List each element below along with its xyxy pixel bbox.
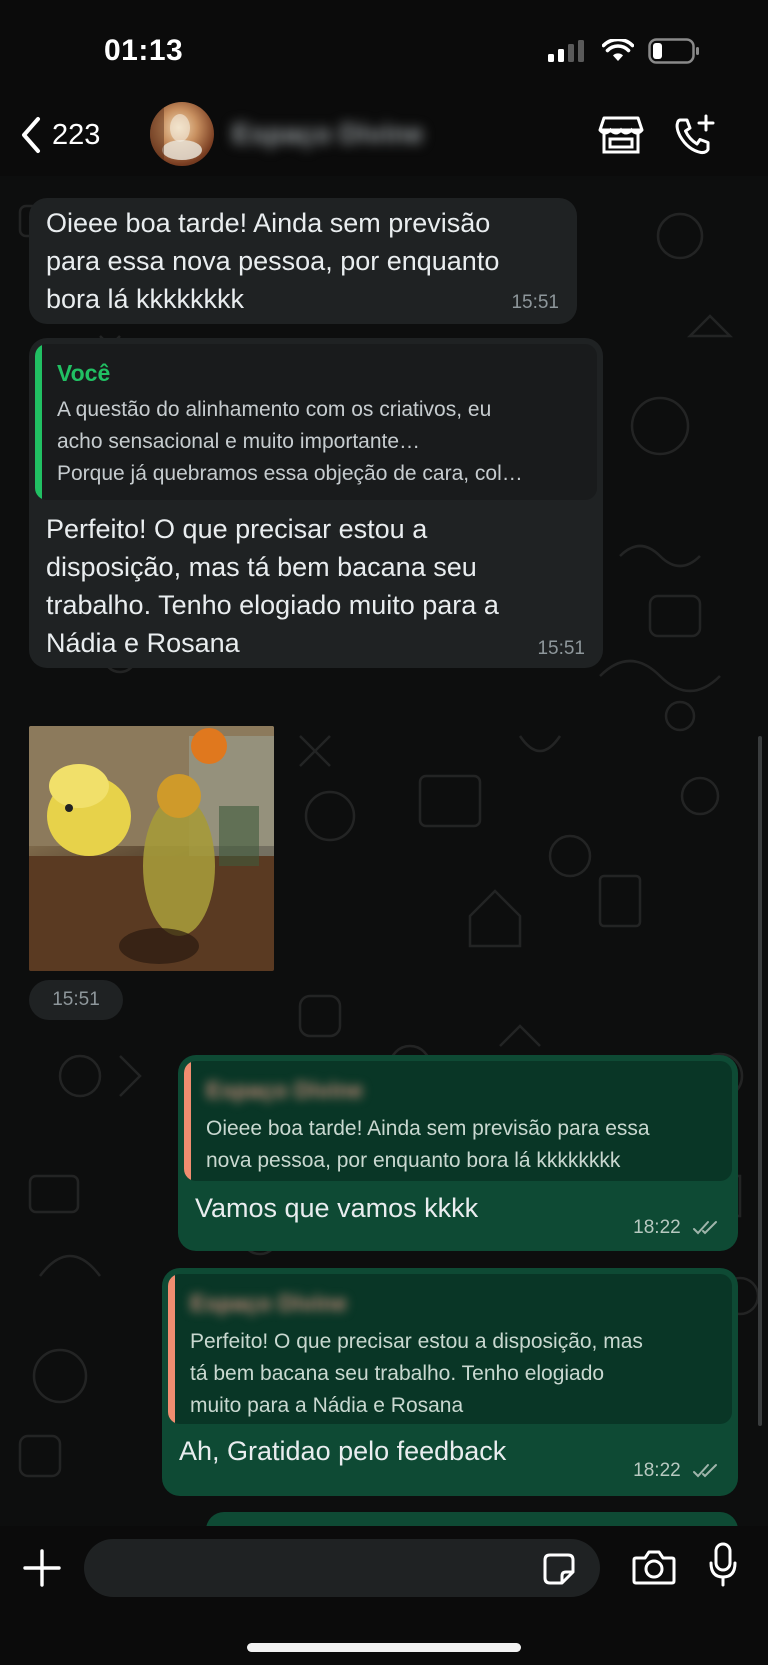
scrollbar[interactable]: [758, 736, 762, 1426]
chat-area[interactable]: Oieee boa tarde! Ainda sem previsão para…: [0, 176, 768, 1526]
status-icons: [548, 38, 700, 64]
quote-author: Espaço Divine: [206, 1077, 364, 1103]
image-message[interactable]: [29, 726, 274, 971]
quoted-message[interactable]: Você A questão do alinhamento com os cri…: [35, 344, 597, 500]
message-text-line: Perfeito! O que precisar estou a: [46, 514, 428, 544]
add-call-button[interactable]: [672, 114, 716, 163]
avatar[interactable]: [150, 102, 214, 166]
back-chevron-icon: [22, 117, 40, 153]
contact-name[interactable]: Espaço Divine: [232, 118, 423, 150]
message-text-line: Nádia e Rosana: [46, 628, 240, 658]
message-text-line: Oieee boa tarde! Ainda sem previsão: [46, 208, 491, 238]
message-text-line: trabalho. Tenho elogiado muito para a: [46, 590, 499, 620]
quote-accent-bar: [168, 1274, 175, 1424]
message-text-line: disposição, mas tá bem bacana seu: [46, 552, 477, 582]
message-time: 15:51: [537, 638, 585, 659]
sticker-button[interactable]: [542, 1552, 576, 1591]
store-button[interactable]: [598, 114, 644, 161]
message-time: 18:22: [633, 1460, 681, 1481]
message-text: Ah, Gratidao pelo feedback: [179, 1436, 507, 1466]
camera-icon: [632, 1550, 676, 1585]
quote-author: Espaço Divine: [190, 1290, 348, 1316]
attach-button[interactable]: [22, 1548, 62, 1593]
back-button[interactable]: 223: [20, 116, 100, 154]
quote-text-line: A questão do alinhamento com os criativo…: [57, 398, 492, 421]
status-time: 01:13: [104, 34, 184, 67]
unread-count: 223: [52, 118, 101, 151]
message-text-line: para essa nova pessoa, por enquanto: [46, 246, 500, 276]
quote-text-line: Perfeito! O que precisar estou a disposi…: [190, 1330, 643, 1353]
message-text-line: bora lá kkkkkkkk: [46, 284, 245, 314]
quote-accent-bar: [35, 344, 42, 500]
home-indicator[interactable]: [247, 1643, 521, 1652]
quoted-message[interactable]: Espaço Divine Oieee boa tarde! Ainda sem…: [184, 1061, 732, 1181]
read-ticks-icon: [693, 1220, 717, 1235]
chat-header: 223 Espaço Divine: [0, 100, 768, 176]
message-meta: 18:22: [633, 1217, 722, 1239]
image-time: 15:51: [29, 980, 123, 1020]
wifi-icon: [602, 39, 634, 61]
plus-icon: [23, 1549, 61, 1587]
message-meta: 18:22: [633, 1460, 722, 1482]
read-ticks-icon: [693, 1463, 717, 1478]
message-time: 15:51: [511, 292, 559, 313]
quoted-message[interactable]: Espaço Divine Perfeito! O que precisar e…: [168, 1274, 732, 1424]
quote-text-line: Porque já quebramos essa objeção de cara…: [57, 462, 523, 485]
camera-button[interactable]: [632, 1548, 676, 1591]
composer-bar: [0, 1526, 768, 1665]
outgoing-message[interactable]: Espaço Divine Oieee boa tarde! Ainda sem…: [178, 1055, 738, 1251]
quote-text-line: muito para a Nádia e Rosana: [190, 1394, 464, 1417]
outgoing-message-partial[interactable]: [206, 1512, 738, 1526]
sticker-icon: [543, 1553, 575, 1585]
battery-icon: [648, 38, 699, 64]
quote-text-line: acho sensacional e muito importante…: [57, 430, 421, 453]
incoming-message[interactable]: Oieee boa tarde! Ainda sem previsão para…: [29, 198, 577, 324]
outgoing-message[interactable]: Espaço Divine Perfeito! O que precisar e…: [162, 1268, 738, 1496]
voice-message-button[interactable]: [708, 1542, 738, 1593]
mic-icon: [709, 1542, 737, 1587]
quote-text-line: Oieee boa tarde! Ainda sem previsão para…: [206, 1117, 650, 1140]
status-bar: 01:13: [0, 0, 768, 100]
message-input[interactable]: [84, 1539, 600, 1597]
message-time: 18:22: [633, 1217, 681, 1238]
quote-text-line: tá bem bacana seu trabalho. Tenho elogia…: [190, 1362, 605, 1385]
incoming-message[interactable]: Você A questão do alinhamento com os cri…: [29, 338, 603, 668]
store-icon: [598, 116, 644, 154]
add-call-icon: [675, 114, 715, 155]
quote-accent-bar: [184, 1061, 191, 1181]
quote-text-line: nova pessoa, por enquanto bora lá kkkkkk…: [206, 1149, 621, 1172]
message-text: Vamos que vamos kkkk: [195, 1193, 479, 1223]
quote-author: Você: [57, 360, 111, 386]
signal-icon: [548, 40, 584, 62]
